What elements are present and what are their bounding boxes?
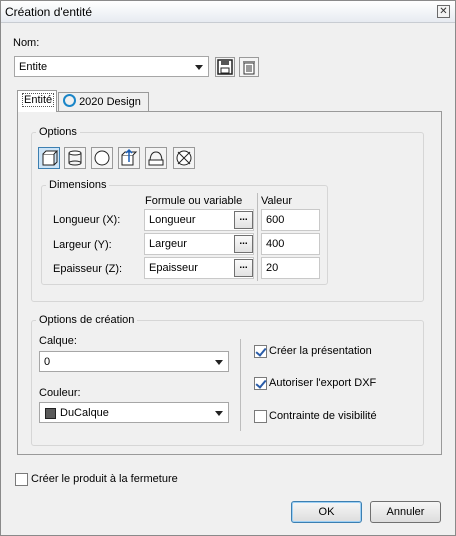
color-combo[interactable]: DuCalque: [39, 402, 229, 423]
create-presentation-checkbox[interactable]: [254, 345, 267, 358]
width-value: 400: [266, 238, 285, 250]
col-value-header: Valeur: [261, 195, 292, 207]
length-value: 600: [266, 214, 285, 226]
thickness-label: Epaisseur (Z):: [53, 263, 123, 275]
creation-options-title: Options de création: [36, 314, 138, 326]
create-presentation-label: Créer la présentation: [269, 345, 372, 357]
options-title: Options: [36, 126, 80, 138]
width-browse-button[interactable]: ...: [234, 235, 253, 253]
create-on-close-checkbox[interactable]: [15, 473, 28, 486]
name-label: Nom:: [13, 37, 40, 49]
thickness-formula-value: Epaisseur: [149, 262, 198, 274]
dialog-window: Création d'entité ✕ Nom: Entite Entité 2…: [0, 0, 456, 536]
tab-2020-design-label: 2020 Design: [79, 96, 141, 108]
length-value-field[interactable]: 600: [261, 209, 320, 231]
chevron-down-icon: [195, 65, 203, 70]
none-shape-icon[interactable]: [173, 147, 195, 169]
box-shape-icon[interactable]: [38, 147, 60, 169]
save-icon[interactable]: [215, 57, 235, 77]
cancel-button[interactable]: Annuler: [370, 501, 441, 523]
ok-button[interactable]: OK: [291, 501, 362, 523]
tab-entite[interactable]: Entité: [17, 90, 57, 112]
column-divider: [257, 193, 258, 281]
name-combo[interactable]: Entite: [14, 56, 209, 77]
cylinder-shape-icon[interactable]: [64, 147, 86, 169]
thickness-browse-button[interactable]: ...: [234, 259, 253, 277]
color-value: DuCalque: [60, 407, 109, 419]
col-formula-header: Formule ou variable: [145, 195, 243, 207]
visibility-constraint-checkbox[interactable]: [254, 410, 267, 423]
tab-entite-label: Entité: [22, 93, 55, 107]
chevron-down-icon: [215, 411, 223, 416]
tab-2020-design[interactable]: 2020 Design: [58, 92, 149, 112]
revolve-shape-icon[interactable]: [145, 147, 167, 169]
creation-divider: [240, 339, 241, 431]
width-label: Largeur (Y):: [53, 239, 112, 251]
layer-value: 0: [44, 356, 51, 368]
chevron-down-icon: [215, 360, 223, 365]
extrude-shape-icon[interactable]: [118, 147, 140, 169]
close-icon[interactable]: ✕: [437, 5, 450, 18]
create-on-close-label: Créer le produit à la fermeture: [31, 473, 178, 485]
layer-combo[interactable]: 0: [39, 351, 229, 372]
dimensions-title: Dimensions: [46, 179, 110, 191]
layer-label: Calque:: [39, 335, 77, 347]
allow-dxf-export-checkbox[interactable]: [254, 377, 267, 390]
allow-dxf-export-label: Autoriser l'export DXF: [269, 377, 377, 389]
length-browse-button[interactable]: ...: [234, 211, 253, 229]
visibility-constraint-label: Contrainte de visibilité: [269, 410, 377, 422]
length-label: Longueur (X):: [53, 214, 121, 226]
color-swatch: [45, 408, 56, 419]
thickness-value-field[interactable]: 20: [261, 257, 320, 279]
color-label: Couleur:: [39, 387, 81, 399]
thickness-value: 20: [266, 262, 279, 274]
window-title: Création d'entité: [5, 5, 93, 19]
sphere-shape-icon[interactable]: [91, 147, 113, 169]
trash-icon[interactable]: [239, 57, 259, 77]
width-value-field[interactable]: 400: [261, 233, 320, 255]
name-value: Entite: [19, 61, 48, 73]
design-logo-icon: [63, 94, 76, 107]
length-formula-value: Longueur: [149, 214, 196, 226]
title-bar: Création d'entité ✕: [1, 1, 455, 23]
width-formula-value: Largeur: [149, 238, 187, 250]
